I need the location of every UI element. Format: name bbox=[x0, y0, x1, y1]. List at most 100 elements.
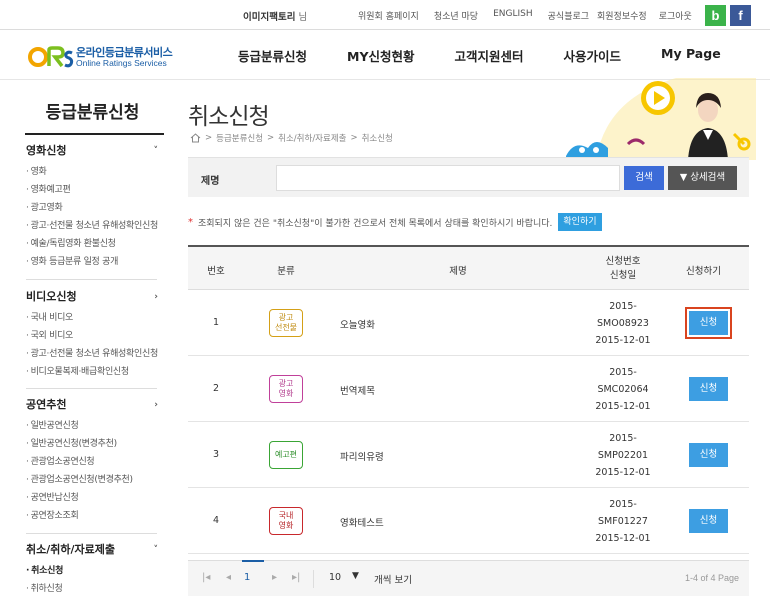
asterisk-icon: * bbox=[188, 216, 193, 228]
search-label: 제명 bbox=[201, 176, 220, 187]
ors-logo-icon bbox=[28, 46, 74, 68]
caret-down-icon[interactable]: ▼ bbox=[352, 571, 359, 581]
row-title: 파리의유령 bbox=[340, 452, 384, 463]
user-name: 이미지팩토리 bbox=[243, 12, 296, 23]
link-committee-home[interactable]: 위원회 홈페이지 bbox=[358, 9, 419, 22]
pagination: |◂ ◂ 1 ▸ ▸| 10 ▼ 개씩 보기 1-4 of 4 Page bbox=[188, 560, 749, 596]
page-number-current[interactable]: 1 bbox=[244, 572, 250, 583]
sidebar-item[interactable]: 국외 비디오 bbox=[26, 327, 164, 345]
row-application: 2015- SMO08923 2015-12-01 bbox=[595, 301, 651, 346]
prev-page-icon[interactable]: ◂ bbox=[226, 572, 231, 583]
link-official-blog[interactable]: 공식블로그 bbox=[548, 9, 589, 22]
apply-button[interactable]: 신청 bbox=[689, 509, 728, 533]
sidebar-title-underline bbox=[25, 133, 164, 135]
header-action: 신청하기 bbox=[686, 266, 721, 277]
top-utility-bar: 이미지팩토리 님 위원회 홈페이지 청소년 마당 ENGLISH 공식블로그 회원… bbox=[0, 0, 770, 30]
sidebar-item[interactable]: 관광업소공연신청 bbox=[26, 453, 164, 471]
search-button[interactable]: 검색 bbox=[624, 166, 664, 190]
sidebar-group-title[interactable]: 취소/취하/자료제출 ˅ bbox=[26, 542, 164, 562]
title-search-input[interactable] bbox=[276, 165, 620, 191]
sidebar-item[interactable]: 일반공연신청(변경추천) bbox=[26, 435, 164, 453]
sidebar-divider bbox=[26, 388, 157, 389]
sidebar-item[interactable]: 광고·선전물 청소년 유해성확인신청 bbox=[26, 217, 164, 235]
detail-search-button[interactable]: ▼ 상세검색 bbox=[668, 166, 737, 190]
table-row: 1 광고 선전물 오늘영화 2015- SMO08923 2015-12-01 신청 bbox=[188, 290, 749, 356]
row-title: 영화테스트 bbox=[340, 518, 384, 529]
facebook-icon[interactable]: f bbox=[730, 5, 751, 26]
logo-name-en: Online Ratings Services bbox=[76, 58, 167, 68]
category-badge: 예고편 bbox=[269, 441, 303, 469]
row-title: 번역제목 bbox=[340, 386, 375, 397]
first-page-icon[interactable]: |◂ bbox=[202, 572, 210, 583]
link-logout[interactable]: 로그아웃 bbox=[659, 9, 692, 22]
row-no: 2 bbox=[212, 383, 220, 394]
sidebar-title: 등급분류신청 bbox=[45, 103, 140, 123]
sidebar-group-title[interactable]: 비디오신청 › bbox=[26, 289, 164, 309]
current-page-indicator bbox=[242, 560, 264, 562]
home-icon[interactable] bbox=[190, 133, 201, 143]
nav-user-guide[interactable]: 사용가이드 bbox=[564, 46, 622, 65]
row-title: 오늘영화 bbox=[340, 320, 375, 331]
header-application: 신청번호 신청일 bbox=[605, 256, 641, 281]
chevron-down-icon: ˅ bbox=[153, 545, 159, 555]
header-no: 번호 bbox=[207, 266, 225, 277]
confirm-button[interactable]: 확인하기 bbox=[558, 213, 602, 231]
link-youth[interactable]: 청소년 마당 bbox=[434, 9, 478, 22]
sidebar-divider bbox=[26, 279, 157, 280]
page-size-select[interactable]: 10 bbox=[329, 572, 341, 583]
nav-customer-center[interactable]: 고객지원센터 bbox=[455, 46, 524, 65]
sidebar-group-title[interactable]: 영화신청 ˅ bbox=[26, 143, 164, 163]
search-bar: 제명 검색 ▼ 상세검색 bbox=[188, 157, 749, 197]
last-page-icon[interactable]: ▸| bbox=[292, 572, 300, 583]
sidebar-item[interactable]: 광고·선전물 청소년 유해성확인신청 bbox=[26, 345, 164, 363]
sidebar-item[interactable]: 취하신청 bbox=[26, 580, 164, 598]
header-category: 분류 bbox=[277, 266, 295, 277]
link-edit-profile[interactable]: 회원정보수정 bbox=[597, 9, 647, 22]
sidebar-item[interactable]: 관광업소공연신청(변경추천) bbox=[26, 471, 164, 489]
breadcrumb-item[interactable]: 취소/취하/자료제출 bbox=[278, 132, 346, 144]
category-badge: 광고 선전물 bbox=[269, 309, 303, 337]
nav-rating-application[interactable]: 등급분류신청 bbox=[238, 46, 307, 65]
main-nav: 등급분류신청 MY신청현황 고객지원센터 사용가이드 My Page bbox=[238, 46, 721, 65]
page-title: 취소신청 bbox=[188, 104, 270, 130]
sidebar-item[interactable]: 영화예고편 bbox=[26, 181, 164, 199]
sidebar-item[interactable]: 광고영화 bbox=[26, 199, 164, 217]
site-logo[interactable]: 온라인등급분류서비스 Online Ratings Services bbox=[28, 42, 178, 72]
sidebar-divider bbox=[26, 533, 157, 534]
sidebar-item-active[interactable]: 취소신청 bbox=[26, 562, 164, 580]
sidebar-group-title[interactable]: 공연추천 › bbox=[26, 397, 164, 417]
notice: * 조회되지 않은 건은 "취소신청"이 불가한 건으로서 전체 목록에서 상태… bbox=[188, 213, 602, 231]
nav-my-page[interactable]: My Page bbox=[661, 46, 721, 65]
sidebar-group-cancel: 취소/취하/자료제출˅ 취소신청 취하신청 bbox=[26, 542, 164, 598]
account-links: 회원정보수정 로그아웃 bbox=[597, 9, 704, 22]
page-count: 1-4 of 4 Page bbox=[684, 573, 739, 583]
link-english[interactable]: ENGLISH bbox=[493, 9, 533, 22]
hero-illustration bbox=[566, 78, 756, 160]
sidebar-item[interactable]: 공연반납신청 bbox=[26, 489, 164, 507]
sidebar-item[interactable]: 비디오물복제·배급확인신청 bbox=[26, 363, 164, 381]
page-size-label: 개씩 보기 bbox=[374, 575, 412, 586]
breadcrumb: > 등급분류신청 > 취소/취하/자료제출 > 취소신청 bbox=[190, 132, 397, 144]
sidebar-item[interactable]: 영화 bbox=[26, 163, 164, 181]
nav-my-status[interactable]: MY신청현황 bbox=[347, 46, 415, 65]
breadcrumb-item: 취소신청 bbox=[361, 134, 393, 144]
breadcrumb-item[interactable]: 등급분류신청 bbox=[216, 132, 263, 144]
row-no: 4 bbox=[212, 515, 220, 526]
blog-icon[interactable]: b bbox=[705, 5, 726, 26]
pager-divider bbox=[313, 570, 314, 588]
apply-button[interactable]: 신청 bbox=[689, 443, 728, 467]
sidebar-item[interactable]: 영화 등급분류 일정 공개 bbox=[26, 253, 164, 271]
next-page-icon[interactable]: ▸ bbox=[272, 572, 277, 583]
row-no: 1 bbox=[212, 317, 220, 328]
table-row: 4 국내 영화 영화테스트 2015- SMF01227 2015-12-01 신청 bbox=[188, 488, 749, 554]
sidebar-item[interactable]: 일반공연신청 bbox=[26, 417, 164, 435]
sidebar-item[interactable]: 예술/독립영화 환불신청 bbox=[26, 235, 164, 253]
category-badge: 국내 영화 bbox=[269, 507, 303, 535]
sidebar-group-movie: 영화신청˅ 영화 영화예고편 광고영화 광고·선전물 청소년 유해성확인신청 예… bbox=[26, 143, 164, 271]
sidebar-item[interactable]: 국내 비디오 bbox=[26, 309, 164, 327]
sidebar-item[interactable]: 공연장소조회 bbox=[26, 507, 164, 525]
apply-button[interactable]: 신청 bbox=[689, 311, 728, 335]
apply-button[interactable]: 신청 bbox=[689, 377, 728, 401]
notice-text: 조회되지 않은 건은 "취소신청"이 불가한 건으로서 전체 목록에서 상태를 … bbox=[198, 218, 553, 229]
row-no: 3 bbox=[212, 449, 220, 460]
